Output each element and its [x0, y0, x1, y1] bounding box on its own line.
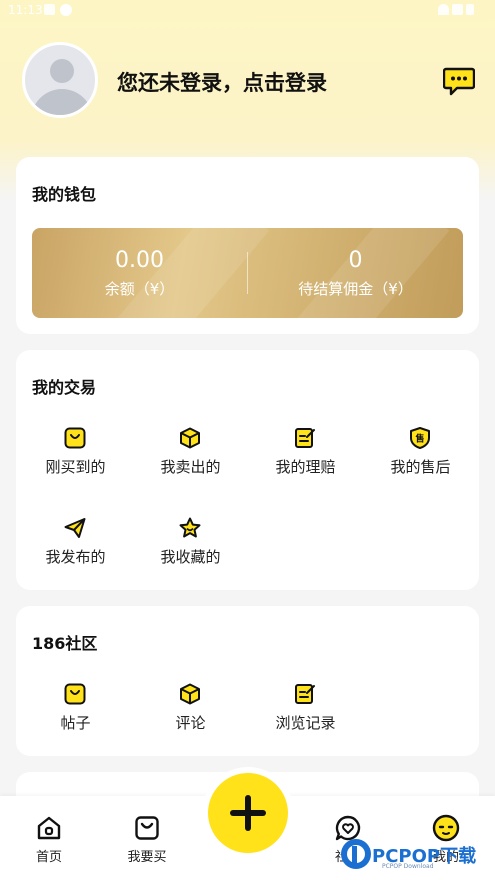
claim-note-icon [295, 428, 315, 448]
trade-item-after-sale[interactable]: 售 我的售后 [363, 426, 478, 486]
community-card: 186社区 帖子 评论 浏览记录 [16, 606, 479, 756]
balance-block[interactable]: 0.00 余额（¥） [32, 228, 247, 318]
wallet-title: 我的钱包 [32, 185, 97, 204]
watermark-logo-icon [341, 839, 371, 869]
trade-item-sold[interactable]: 我卖出的 [133, 426, 248, 486]
tab-label: 我要买 [127, 850, 167, 865]
download-icon [60, 4, 72, 16]
avatar-head [50, 59, 74, 83]
watermark: PCPOP下载 PCPOP Download [338, 836, 494, 876]
trade-item-label: 我收藏的 [160, 548, 221, 566]
after-sale-badge: 售 [414, 433, 424, 445]
package-box-icon [180, 683, 200, 705]
trade-item-favorites[interactable]: 我收藏的 [133, 516, 248, 576]
message-icon[interactable] [443, 66, 475, 96]
status-time: 11:13 [8, 3, 43, 17]
tab-home[interactable]: 首页 [1, 796, 97, 880]
shopping-bag-icon [64, 427, 86, 449]
trade-item-label: 刚买到的 [45, 458, 106, 476]
shopping-bag-icon [64, 683, 86, 705]
commission-label: 待结算佣金（¥） [298, 280, 413, 298]
trade-item-label: 我的理赔 [275, 458, 336, 476]
wallet-panel[interactable]: 0.00 余额（¥） 0 待结算佣金（¥） [32, 228, 463, 318]
tab-label: 首页 [35, 850, 62, 865]
trade-item-published[interactable]: 我发布的 [18, 516, 133, 576]
trade-item-label: 我的售后 [390, 458, 451, 476]
trade-item-claims[interactable]: 我的理赔 [248, 426, 363, 486]
plus-icon [245, 795, 251, 831]
community-item-comments[interactable]: 评论 [133, 682, 248, 742]
status-bar: 11:13 [0, 0, 495, 22]
commission-value: 0 [348, 248, 363, 273]
wallet-card: 我的钱包 0.00 余额（¥） 0 待结算佣金（¥） [16, 157, 479, 334]
watermark-subtext: PCPOP Download [382, 863, 434, 870]
wifi-icon [438, 4, 449, 15]
battery-icon [466, 4, 474, 15]
commission-block[interactable]: 0 待结算佣金（¥） [248, 228, 463, 318]
package-box-icon [180, 427, 200, 449]
community-item-label: 帖子 [60, 714, 91, 732]
trade-item-bought[interactable]: 刚买到的 [18, 426, 133, 486]
trades-title: 我的交易 [32, 378, 97, 397]
trade-item-label: 我卖出的 [160, 458, 221, 476]
login-prompt[interactable]: 您还未登录，点击登录 [117, 67, 327, 97]
trade-item-label: 我发布的 [45, 548, 106, 566]
balance-label: 余额（¥） [104, 280, 175, 298]
notification-icon [44, 4, 55, 15]
star-icon [179, 517, 201, 538]
balance-value: 0.00 [115, 248, 164, 273]
signal-icon [452, 4, 463, 15]
community-item-label: 浏览记录 [275, 714, 336, 732]
community-item-label: 评论 [175, 714, 206, 732]
tab-buy[interactable]: 我要买 [99, 796, 195, 880]
avatar-body [31, 89, 93, 115]
paper-plane-icon [64, 518, 86, 538]
shopping-bag-icon [135, 816, 159, 840]
history-note-icon [295, 684, 315, 704]
community-title: 186社区 [32, 634, 98, 653]
publish-button[interactable] [208, 773, 288, 853]
community-item-posts[interactable]: 帖子 [18, 682, 133, 742]
home-icon [37, 816, 61, 840]
avatar[interactable] [22, 42, 98, 118]
after-sale-shield-icon: 售 [410, 427, 430, 449]
trades-card: 我的交易 刚买到的 我卖出的 我的理赔 售 我的售后 我发布的 我收藏的 [16, 350, 479, 590]
community-item-history[interactable]: 浏览记录 [248, 682, 363, 742]
